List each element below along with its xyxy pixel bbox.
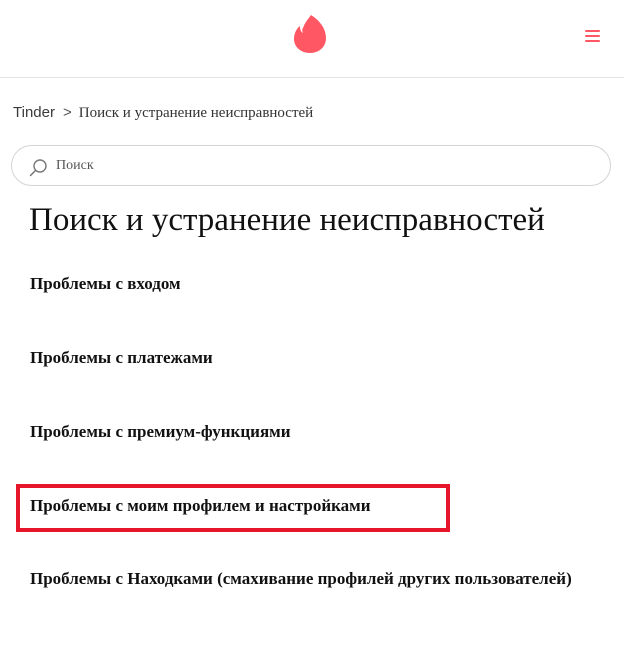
hamburger-menu-icon[interactable] [584,30,602,46]
search-icon [29,159,47,177]
tinder-flame-icon[interactable] [292,14,328,54]
breadcrumb-separator: > [62,104,72,121]
topic-link-payments[interactable]: Проблемы с платежами [30,344,213,372]
search-input[interactable] [56,154,576,178]
breadcrumb-home-link[interactable]: Tinder [13,104,55,121]
topic-link-matches[interactable]: Проблемы с Находками (смахивание профиле… [30,565,590,593]
page-title: Поиск и устранение неисправностей [29,202,545,238]
breadcrumb: Tinder > Поиск и устранение неисправностей [13,104,313,122]
topic-link-profile-settings[interactable]: Проблемы с моим профилем и настройками [30,492,371,520]
search-bar[interactable] [11,145,611,186]
site-header [0,0,624,78]
topic-link-login[interactable]: Проблемы с входом [30,270,181,298]
breadcrumb-current: Поиск и устранение неисправностей [78,105,314,121]
topic-link-premium-features[interactable]: Проблемы с премиум-функциями [30,418,291,446]
